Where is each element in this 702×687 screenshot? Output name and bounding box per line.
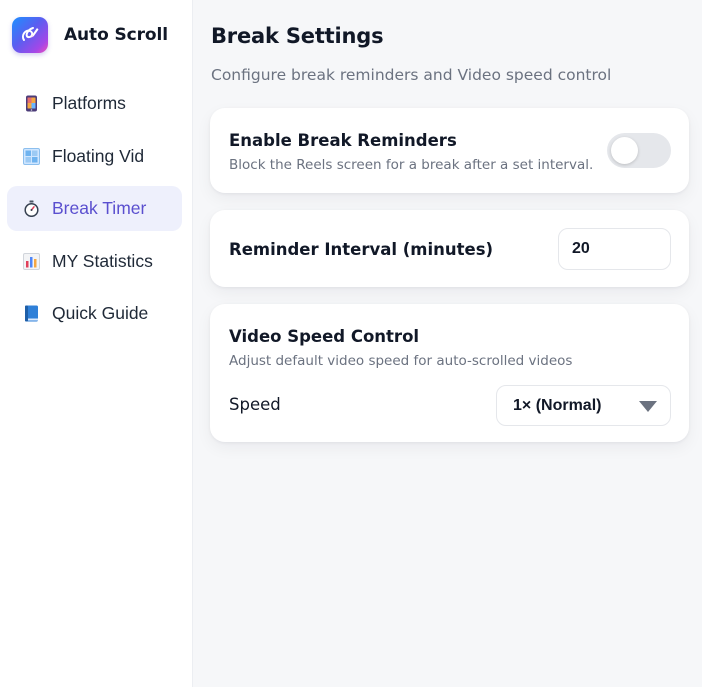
sidebar-item-label: MY Statistics: [52, 250, 153, 271]
phone-icon: [23, 95, 40, 112]
sidebar-nav: Platforms Floating Vid Break Timer MY St…: [7, 81, 182, 344]
sidebar-item-floating-vid[interactable]: Floating Vid: [7, 134, 182, 179]
speed-select-value: 1× (Normal): [513, 396, 602, 414]
break-reminders-card: Enable Break Reminders Block the Reels s…: [210, 108, 689, 193]
sidebar: Auto Scroll Platforms Floating Vid Break…: [0, 0, 193, 687]
video-speed-card: Video Speed Control Adjust default video…: [210, 304, 689, 442]
video-speed-title: Video Speed Control: [229, 327, 420, 346]
break-reminders-toggle[interactable]: [607, 133, 671, 168]
page-subtitle: Configure break reminders and Video spee…: [211, 66, 612, 84]
brand-name: Auto Scroll: [64, 25, 168, 45]
sidebar-item-quick-guide[interactable]: Quick Guide: [7, 291, 182, 336]
break-reminders-title: Enable Break Reminders: [229, 131, 457, 150]
chevron-down-icon: [639, 401, 657, 412]
brand: Auto Scroll: [12, 17, 168, 53]
main-content: Break Settings Configure break reminders…: [193, 0, 702, 687]
reminder-interval-label: Reminder Interval (minutes): [229, 240, 494, 259]
sidebar-item-label: Break Timer: [52, 198, 147, 218]
window-grid-icon: [23, 147, 40, 165]
sidebar-item-label: Quick Guide: [52, 303, 149, 323]
sidebar-item-my-statistics[interactable]: MY Statistics: [7, 239, 182, 284]
pen-swirl-icon: [12, 17, 48, 53]
sidebar-item-platforms[interactable]: Platforms: [7, 81, 182, 126]
speed-select[interactable]: 1× (Normal): [496, 385, 671, 426]
speed-label: Speed: [229, 395, 281, 414]
video-speed-description: Adjust default video speed for auto-scro…: [229, 353, 573, 369]
book-icon: [23, 305, 40, 322]
app-root: Auto Scroll Platforms Floating Vid Break…: [0, 0, 702, 687]
sidebar-item-break-timer[interactable]: Break Timer: [7, 186, 182, 231]
break-reminders-description: Block the Reels screen for a break after…: [229, 157, 594, 173]
page-title: Break Settings: [211, 24, 384, 48]
bar-chart-icon: [23, 252, 40, 270]
toggle-knob: [611, 137, 638, 164]
reminder-interval-input[interactable]: [558, 228, 671, 270]
reminder-interval-card: Reminder Interval (minutes): [210, 210, 689, 287]
sidebar-item-label: Floating Vid: [52, 145, 145, 166]
sidebar-item-label: Platforms: [52, 93, 126, 113]
stopwatch-icon: [23, 200, 40, 218]
